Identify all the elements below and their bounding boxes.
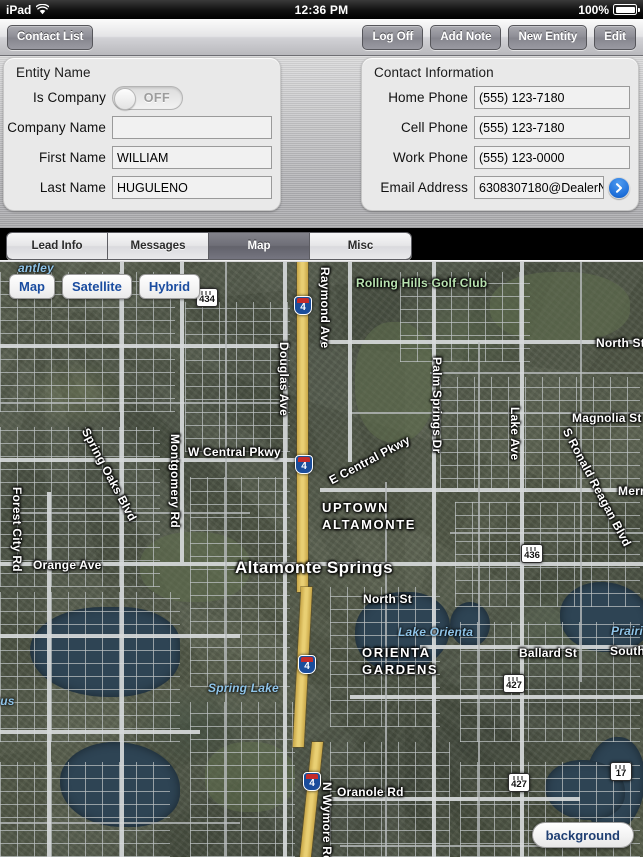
ipad-screen: iPad 12:36 PM 100% Contact List Log Off … [0, 0, 643, 857]
map-type-satellite-button[interactable]: Satellite [62, 274, 132, 299]
tab-lead-info[interactable]: Lead Info [7, 233, 108, 259]
street-line [340, 845, 540, 847]
status-bar-right: 100% [578, 2, 640, 17]
street-line [0, 562, 643, 566]
status-bar-clock: 12:36 PM [294, 2, 349, 17]
street-line [350, 412, 643, 414]
street-line [432, 262, 436, 857]
street-line [20, 512, 250, 514]
street-line [0, 730, 200, 734]
toggle-knob-icon [114, 87, 136, 110]
is-company-row: Is Company OFF [4, 85, 280, 110]
new-entity-button[interactable]: New Entity [508, 24, 588, 50]
street-block-grid [440, 377, 640, 492]
street-line [225, 262, 227, 857]
street-block-grid [185, 302, 290, 452]
street-line [348, 262, 352, 462]
street-line [330, 797, 580, 801]
street-line [120, 262, 124, 857]
home-phone-input[interactable]: (555) 123-7180 [474, 86, 630, 109]
street-line [320, 340, 643, 344]
first-name-row: First Name WILLIAM [4, 145, 280, 170]
route-shield-i4: 4 [294, 296, 312, 315]
add-note-button[interactable]: Add Note [430, 24, 502, 50]
contact-information-panel: Contact Information Home Phone (555) 123… [361, 57, 639, 211]
cell-phone-label: Cell Phone [400, 120, 468, 135]
street-line [580, 262, 582, 682]
background-button[interactable]: background [531, 822, 634, 848]
route-shield-i4: 4 [303, 772, 321, 791]
last-name-row: Last Name HUGULENO [4, 175, 280, 200]
last-name-label: Last Name [39, 180, 106, 195]
company-name-row: Company Name [4, 115, 280, 140]
is-company-toggle-wrap: OFF [112, 85, 272, 110]
chevron-right-icon[interactable] [608, 176, 630, 199]
street-block-grid [190, 702, 295, 857]
work-phone-row: Work Phone (555) 123-0000 [362, 145, 638, 170]
last-name-input[interactable]: HUGULENO [112, 176, 272, 199]
tab-map[interactable]: Map [209, 233, 310, 259]
home-phone-label: Home Phone [388, 90, 468, 105]
street-line [0, 344, 290, 348]
street-line [0, 402, 280, 404]
street-line [420, 645, 643, 649]
street-line [478, 342, 480, 857]
cell-phone-input[interactable]: (555) 123-7180 [474, 116, 630, 139]
work-phone-input[interactable]: (555) 123-0000 [474, 146, 630, 169]
street-block-grid [460, 622, 640, 742]
street-block-grid [0, 762, 170, 857]
section-tab-bar: Lead Info Messages Map Misc [6, 232, 412, 260]
route-shield-i4: 4 [295, 455, 313, 474]
cell-phone-row: Cell Phone (555) 123-7180 [362, 115, 638, 140]
street-line [350, 695, 643, 699]
log-off-button[interactable]: Log Off [362, 24, 424, 50]
email-address-row: Email Address 6308307180@DealerN… [362, 175, 638, 200]
is-company-label: Is Company [32, 90, 106, 105]
route-shield-427: 427 [503, 674, 525, 693]
tab-messages[interactable]: Messages [108, 233, 209, 259]
map-type-selector: Map Satellite Hybrid [9, 274, 201, 299]
street-block-grid [190, 477, 290, 687]
map-type-hybrid-button[interactable]: Hybrid [138, 274, 201, 299]
contact-panel-title: Contact Information [374, 65, 494, 80]
first-name-label: First Name [38, 150, 106, 165]
email-address-input[interactable]: 6308307180@DealerN… [474, 176, 604, 199]
street-line [47, 492, 51, 857]
status-bar: iPad 12:36 PM 100% [0, 0, 643, 19]
contact-list-button[interactable]: Contact List [7, 24, 94, 50]
map-view[interactable]: Map Satellite Hybrid Rolling Hills Golf … [0, 262, 643, 857]
company-name-input[interactable] [112, 116, 272, 139]
entity-panel-title: Entity Name [16, 65, 91, 80]
edit-button[interactable]: Edit [594, 24, 636, 50]
street-line [283, 262, 287, 857]
home-phone-row: Home Phone (555) 123-7180 [362, 85, 638, 110]
street-block-grid [455, 502, 640, 607]
entity-name-panel: Entity Name Is Company OFF Company Name … [3, 57, 281, 211]
route-shield-17: 17 [610, 762, 632, 781]
is-company-toggle-state: OFF [143, 90, 170, 105]
street-block-grid [400, 272, 530, 362]
company-name-label: Company Name [7, 120, 106, 135]
street-line [430, 372, 643, 374]
street-line [385, 482, 387, 857]
street-block-grid [0, 592, 180, 742]
first-name-input[interactable]: WILLIAM [112, 146, 272, 169]
battery-full-icon [613, 4, 640, 15]
route-shield-427: 427 [508, 773, 530, 792]
app-toolbar: Contact List Log Off Add Note New Entity… [0, 19, 643, 56]
street-line [0, 458, 300, 462]
tab-misc[interactable]: Misc [310, 233, 411, 259]
street-line [180, 262, 184, 562]
route-shield-i4: 4 [298, 655, 316, 674]
work-phone-label: Work Phone [392, 150, 468, 165]
battery-percent-label: 100% [578, 2, 609, 17]
email-address-label: Email Address [380, 180, 468, 195]
route-shield-436: 436 [521, 544, 543, 563]
street-line [320, 488, 643, 492]
map-type-map-button[interactable]: Map [9, 274, 55, 299]
is-company-toggle[interactable]: OFF [112, 85, 183, 110]
